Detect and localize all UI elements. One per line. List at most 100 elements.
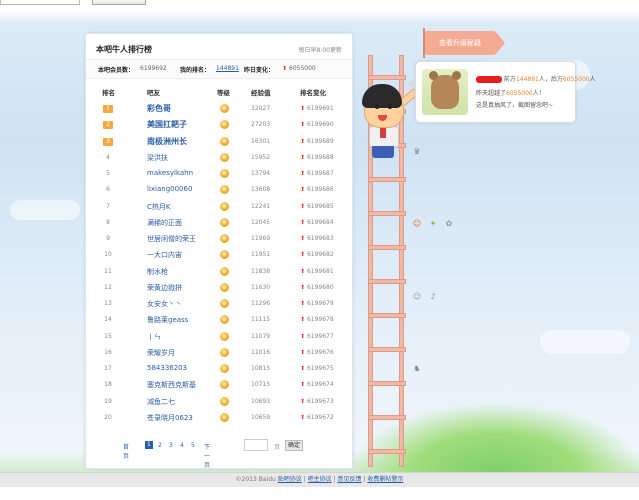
footer-link-tieba-agreement[interactable]: 贴吧协议 bbox=[278, 476, 302, 483]
header-rank: 排名 bbox=[102, 89, 115, 97]
table-row: 1 彩色哥 32027 ⬆ 6199691 bbox=[86, 101, 352, 117]
up-arrow-icon: ⬆ bbox=[300, 105, 306, 112]
rank-change: ⬆ 6199685 bbox=[300, 202, 334, 210]
rank-change: ⬆ 6199690 bbox=[300, 121, 334, 129]
rank-badge: 4 bbox=[106, 153, 110, 161]
level-badge-icon bbox=[220, 331, 229, 341]
copyright: ©2013 Baidu bbox=[235, 476, 276, 483]
pager-home[interactable]: 首页 bbox=[123, 442, 129, 460]
up-arrow-icon: ⬆ bbox=[300, 267, 306, 275]
user-name-link[interactable]: 女安女丶丶 bbox=[147, 299, 182, 309]
user-name-link[interactable]: 梁洪扶 bbox=[147, 153, 168, 163]
rank-change: ⬆ 6199672 bbox=[300, 413, 334, 421]
user-name-link[interactable]: 荣耀岁月 bbox=[147, 348, 175, 358]
level-badge-icon bbox=[220, 152, 229, 162]
up-arrow-icon: ⬆ bbox=[300, 137, 306, 145]
bottom-blank bbox=[0, 487, 639, 500]
user-name-link[interactable]: 美国扛耙子 bbox=[147, 119, 187, 130]
yesterday-value: 6055000 bbox=[289, 65, 316, 72]
page-jump-button[interactable]: 确定 bbox=[285, 440, 303, 451]
up-arrow-icon: ⬆ bbox=[300, 153, 306, 161]
rank-badge: 20 bbox=[104, 413, 112, 421]
rank-change: ⬆ 6199686 bbox=[300, 186, 334, 194]
user-avatar[interactable] bbox=[422, 69, 468, 115]
rank-badge: 1 bbox=[103, 105, 113, 113]
up-arrow-icon: ⬆ bbox=[282, 65, 288, 72]
up-arrow-icon: ⬆ bbox=[300, 332, 306, 340]
user-name-link[interactable]: 丨ㄣ bbox=[147, 332, 161, 342]
user-name-link[interactable]: makesylkahn bbox=[147, 169, 193, 177]
footer-link-owner-agreement[interactable]: 吧主协议 bbox=[308, 476, 332, 483]
rank-change: ⬆ 6199687 bbox=[300, 170, 334, 177]
rank-badge: 10 bbox=[104, 251, 112, 259]
table-row: 15 丨ㄣ 11079 ⬆ 6199677 bbox=[86, 329, 352, 345]
user-name-link[interactable]: 鲁路莱geass bbox=[147, 315, 188, 325]
rank-change: ⬆ 6199675 bbox=[300, 365, 334, 372]
user-name-link[interactable]: 一大口内宙 bbox=[147, 250, 182, 260]
rank-badge: 5 bbox=[106, 170, 110, 177]
user-name-link[interactable]: 584336203 bbox=[147, 364, 187, 372]
page-jump-input[interactable] bbox=[244, 439, 268, 451]
rank-badge: 3 bbox=[103, 137, 113, 146]
pager-page-5[interactable]: 5 bbox=[191, 442, 195, 449]
music-note-icon: ♪ bbox=[430, 292, 436, 301]
level-badge-icon bbox=[220, 347, 229, 357]
table-row: 10 一大口内宙 11951 ⬆ 6199682 bbox=[86, 247, 352, 263]
user-name-link[interactable]: 苍录晓月0623 bbox=[147, 413, 193, 423]
table-row: 7 C热月K 12241 ⬆ 6199685 bbox=[86, 199, 352, 215]
user-name-link[interactable]: 南极洲州长 bbox=[147, 136, 187, 147]
user-name-link[interactable]: 彩色哥 bbox=[147, 103, 171, 114]
up-arrow-icon: ⬆ bbox=[300, 283, 306, 291]
footer-link-paid-delete-warning[interactable]: 收费删帖警示 bbox=[367, 476, 403, 483]
rank-change: ⬆ 6199681 bbox=[300, 267, 334, 275]
search-button[interactable] bbox=[92, 0, 146, 5]
header-name: 吧友 bbox=[147, 89, 160, 97]
top-search-area bbox=[0, 0, 639, 8]
level-badge-icon bbox=[220, 120, 229, 130]
ladder-rung bbox=[368, 211, 406, 216]
rank-badge: 12 bbox=[104, 283, 112, 291]
table-row: 2 美国扛耙子 27203 ⬆ 6199690 bbox=[86, 117, 352, 133]
rank-badge: 6 bbox=[106, 186, 110, 194]
level-badge-icon bbox=[220, 315, 229, 325]
user-name-link[interactable]: 满稀的正面 bbox=[147, 218, 182, 228]
user-name-link[interactable]: lixiang00060 bbox=[147, 185, 192, 193]
exp-value: 11630 bbox=[251, 283, 271, 291]
table-row: 20 苍录晓月0623 10659 ⬆ 6199672 bbox=[86, 410, 352, 426]
pager-page-2[interactable]: 2 bbox=[158, 442, 162, 449]
pager-page-1[interactable]: 1 bbox=[145, 441, 153, 449]
rank-change: ⬆ 6199683 bbox=[300, 235, 334, 242]
search-input[interactable] bbox=[0, 0, 80, 5]
pager-next[interactable]: 下一页 bbox=[204, 442, 210, 469]
table-row: 3 南极洲州长 16301 ⬆ 6199689 bbox=[86, 134, 352, 150]
myrank-link[interactable]: 144891 bbox=[216, 65, 239, 72]
pager-page-4[interactable]: 4 bbox=[180, 442, 184, 449]
exp-value: 13794 bbox=[251, 170, 271, 177]
exp-value: 11115 bbox=[251, 316, 271, 324]
pager-page-3[interactable]: 3 bbox=[169, 442, 173, 449]
rank-badge: 18 bbox=[104, 381, 112, 389]
level-badge-icon bbox=[220, 266, 229, 276]
rank-badge: 17 bbox=[104, 365, 112, 372]
user-name-link[interactable]: 减鱼二七 bbox=[147, 397, 175, 407]
yesterday-label: 昨日变化： bbox=[244, 67, 275, 74]
exp-value: 10693 bbox=[251, 397, 271, 405]
up-arrow-icon: ⬆ bbox=[300, 300, 306, 307]
rank-change: ⬆ 6199680 bbox=[300, 283, 334, 291]
upgrade-tips-flag[interactable]: 查看升级秘籍 bbox=[425, 31, 505, 55]
level-badge-icon bbox=[220, 250, 229, 260]
user-name-link[interactable]: 制水枪 bbox=[147, 267, 168, 277]
rank-badge: 9 bbox=[106, 235, 110, 242]
exp-value: 11296 bbox=[251, 300, 271, 307]
user-name-link[interactable]: C热月K bbox=[147, 202, 170, 212]
crown-icon: ♛ bbox=[413, 147, 421, 156]
user-name-link[interactable]: 世居闲僧的荣王 bbox=[147, 234, 196, 244]
footer-link-feedback[interactable]: 意见反馈 bbox=[338, 476, 362, 483]
level-badge-icon bbox=[220, 217, 229, 227]
level-badge-icon bbox=[220, 104, 229, 113]
rank-change: ⬆ 6199691 bbox=[300, 105, 334, 112]
ladder-rung bbox=[368, 279, 406, 284]
user-name-link[interactable]: 荣黄边戮拼 bbox=[147, 283, 182, 293]
table-row: 5 makesylkahn 13794 ⬆ 6199687 bbox=[86, 166, 352, 182]
user-name-link[interactable]: 塞克斯西克斯基 bbox=[147, 380, 196, 390]
